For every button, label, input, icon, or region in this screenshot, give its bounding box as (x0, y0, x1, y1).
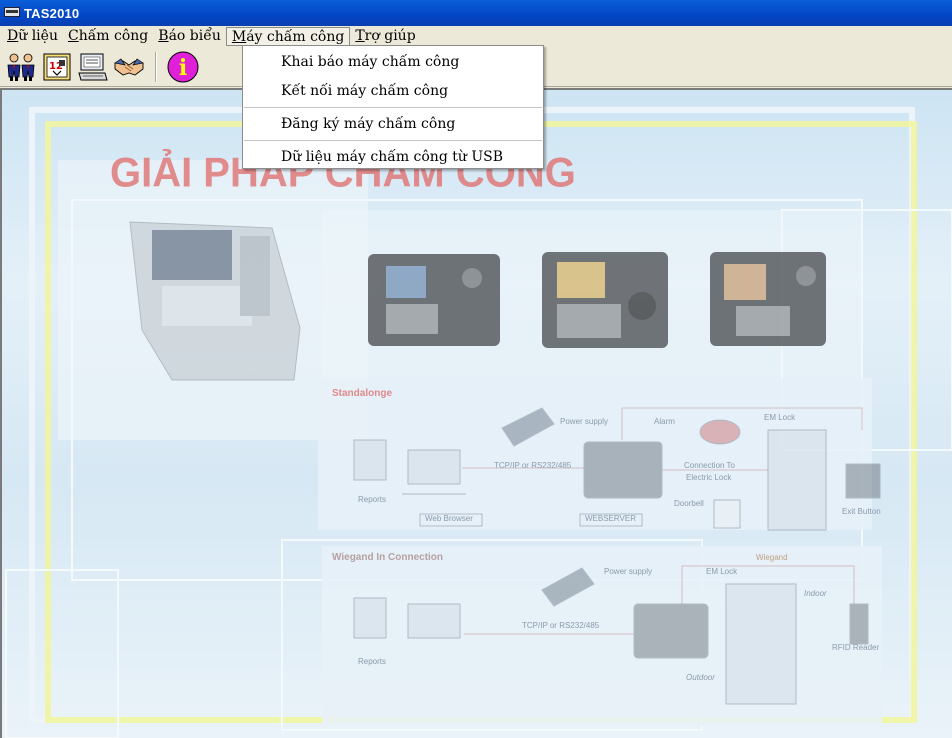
label-reports: Reports (358, 495, 386, 504)
menu-du-lieu[interactable]: Dữ liệu (2, 27, 63, 46)
label-electric-lock: Electric Lock (686, 473, 732, 482)
menu-item-dang-ky[interactable]: Đăng ký máy chấm công (243, 110, 543, 139)
client-area: GIẢI PHÁP CHẤM CÔNG Standalonge Power su… (0, 88, 952, 738)
title-bar[interactable]: TAS2010 (0, 0, 952, 26)
menu-label: ữ liệu (18, 28, 58, 44)
info-icon: i (167, 51, 199, 82)
employees-button[interactable] (3, 49, 39, 85)
label-doorbell: Doorbell (674, 499, 704, 508)
menu-separator (244, 140, 542, 142)
employees-icon (7, 53, 35, 81)
label-power-supply-2: Power supply (604, 567, 652, 576)
menu-item-ket-noi[interactable]: Kết nối máy chấm công (243, 77, 543, 106)
label-wiegand: Wiegand (756, 553, 788, 562)
menu-label: rợ giúp (364, 28, 416, 44)
menu-tro-giup[interactable]: Trợ giúp (350, 27, 420, 46)
menu-accel: B (158, 28, 169, 44)
calendar-icon: 12 (43, 53, 71, 80)
toolbar-separator (155, 51, 157, 82)
label-power-supply: Power supply (560, 417, 608, 426)
label-web-browser: Web Browser (425, 514, 473, 523)
window-title: TAS2010 (24, 5, 80, 21)
menu-label: áy chấm công (246, 29, 345, 45)
handshake-button[interactable] (111, 49, 147, 85)
menu-accel: D (7, 28, 19, 44)
label-indoor: Indoor (804, 589, 827, 598)
label-em-lock-2: EM Lock (706, 567, 738, 576)
menu-item-usb-data[interactable]: Dữ liệu máy chấm công từ USB (243, 143, 543, 172)
section2-title: Wiegand In Connection (332, 552, 443, 563)
label-em-lock: EM Lock (764, 413, 796, 422)
menu-bar: Dữ liệu Chấm công Báo biểu Máy chấm công… (0, 26, 952, 47)
may-cham-cong-dropdown: Khai báo máy chấm công Kết nối máy chấm … (242, 45, 544, 169)
label-webserver: WEBSERVER (585, 514, 636, 523)
menu-may-cham-cong[interactable]: Máy chấm công (225, 27, 351, 46)
report-icon (78, 53, 108, 80)
label-tcpip-2: TCP/IP or RS232/485 (522, 621, 600, 630)
info-glyph: i (179, 55, 187, 81)
menu-accel: M (231, 29, 247, 45)
menu-item-khai-bao[interactable]: Khai báo máy chấm công (243, 48, 543, 77)
menu-separator (244, 107, 542, 109)
menu-label: hấm công (78, 28, 149, 44)
label-tcpip: TCP/IP or RS232/485 (494, 461, 572, 470)
menu-accel: T (355, 28, 365, 44)
label-connection-to: Connection To (684, 461, 736, 470)
handshake-icon (114, 58, 144, 76)
label-reports-2: Reports (358, 657, 386, 666)
menu-accel: C (67, 28, 79, 44)
app-icon (4, 6, 20, 20)
report-button[interactable] (75, 49, 111, 85)
info-button[interactable]: i (165, 49, 201, 85)
menu-cham-cong[interactable]: Chấm công (63, 27, 153, 46)
section1-title: Standalonge (332, 388, 392, 399)
menu-label: áo biểu (168, 28, 221, 44)
label-outdoor: Outdoor (686, 673, 715, 682)
label-alarm: Alarm (654, 417, 675, 426)
background-illustration: GIẢI PHÁP CHẤM CÔNG Standalonge Power su… (5, 107, 952, 738)
menu-bao-bieu[interactable]: Báo biểu (153, 27, 226, 46)
label-exit-button: Exit Button (842, 507, 881, 516)
calendar-button[interactable]: 12 (39, 49, 75, 85)
